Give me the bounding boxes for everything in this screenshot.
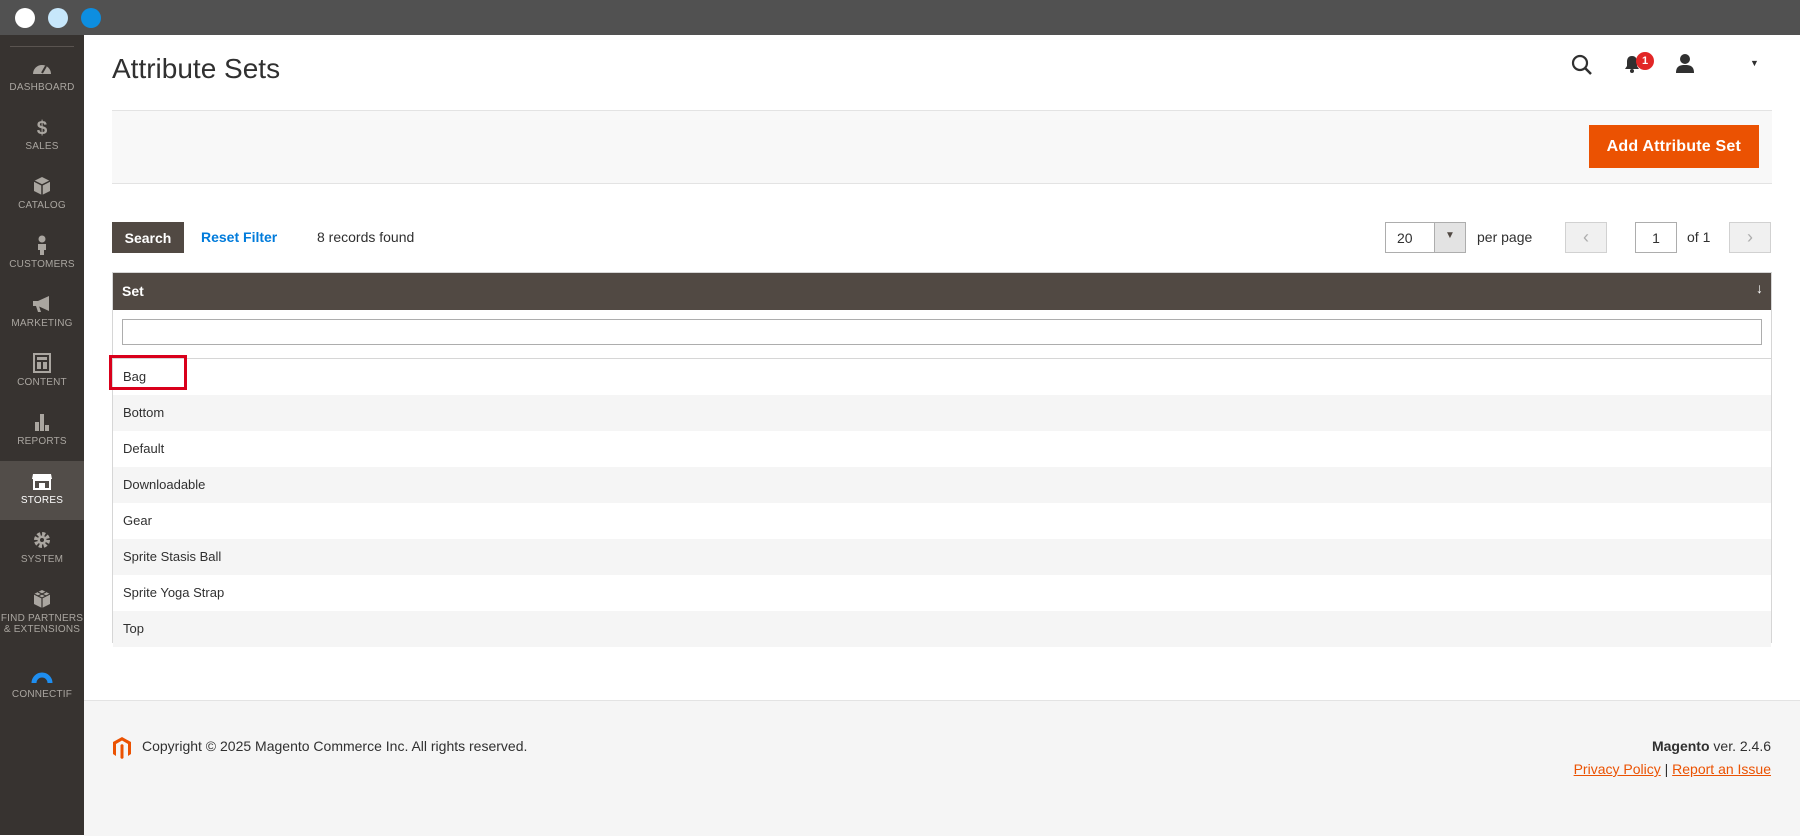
add-attribute-set-button[interactable]: Add Attribute Set xyxy=(1588,125,1759,168)
gear-icon xyxy=(0,530,84,550)
set-name-cell: Gear xyxy=(123,513,152,528)
column-header-set[interactable]: Set ↓ xyxy=(113,273,1771,310)
table-row[interactable]: Sprite Stasis Ball xyxy=(113,539,1771,575)
sidebar-item-label: SYSTEM xyxy=(20,554,64,565)
per-page-dropdown-button[interactable]: ▼ xyxy=(1434,223,1465,252)
copyright-text: Copyright © 2025 Magento Commerce Inc. A… xyxy=(142,738,528,754)
brand-name: Magento xyxy=(1651,738,1710,754)
sidebar-item-reports[interactable]: REPORTS xyxy=(0,402,84,461)
set-filter-input[interactable] xyxy=(122,319,1762,345)
search-button[interactable]: Search xyxy=(112,222,184,253)
chevron-right-icon: › xyxy=(1747,227,1753,247)
dashboard-icon xyxy=(0,58,84,78)
admin-sidebar: DASHBOARD $ SALES CATALOG CUSTOMERS MARK… xyxy=(0,35,84,835)
table-row[interactable]: Sprite Yoga Strap xyxy=(113,575,1771,611)
table-row[interactable]: Top xyxy=(113,611,1771,647)
filter-row xyxy=(113,310,1771,359)
sidebar-item-label: FIND PARTNERS & EXTENSIONS xyxy=(0,613,84,635)
sidebar-item-label: MARKETING xyxy=(11,318,73,329)
megaphone-icon xyxy=(0,294,84,314)
magento-logo-icon xyxy=(112,736,132,765)
layout-icon xyxy=(0,353,84,373)
search-icon[interactable] xyxy=(1571,54,1593,81)
sidebar-item-label: STORES xyxy=(20,495,64,506)
sidebar-item-label: CONTENT xyxy=(17,377,67,388)
page-total-label: of 1 xyxy=(1687,229,1711,245)
sort-arrow-icon: ↓ xyxy=(1756,280,1763,296)
table-row[interactable]: Default xyxy=(113,431,1771,467)
bar-chart-icon xyxy=(0,412,84,432)
page-number-input[interactable] xyxy=(1635,222,1677,253)
footer-link-separator: | xyxy=(1664,761,1669,777)
svg-text:$: $ xyxy=(37,118,48,137)
next-page-button[interactable]: › xyxy=(1729,222,1771,253)
window-minimize-dot[interactable] xyxy=(48,8,68,28)
version-info: Magento ver. 2.4.6 xyxy=(1652,738,1771,754)
chevron-down-icon: ▼ xyxy=(1445,230,1455,241)
window-maximize-dot[interactable] xyxy=(81,8,101,28)
per-page-label: per page xyxy=(1477,229,1533,245)
user-account-icon[interactable] xyxy=(1675,53,1695,78)
set-name-cell: Sprite Stasis Ball xyxy=(123,549,222,564)
set-name-cell: Top xyxy=(123,621,144,636)
sidebar-item-customers[interactable]: CUSTOMERS xyxy=(0,225,84,284)
user-menu-caret-icon[interactable]: ▼ xyxy=(1750,58,1759,68)
per-page-select[interactable]: 20 ▼ xyxy=(1385,222,1466,253)
table-row[interactable]: Bag xyxy=(113,359,1771,395)
notification-count-badge[interactable]: 1 xyxy=(1636,52,1654,70)
sidebar-item-label: REPORTS xyxy=(17,436,67,447)
sidebar-item-label: DASHBOARD xyxy=(9,82,75,93)
cubes-icon xyxy=(0,589,84,609)
sidebar-item-find-partners[interactable]: FIND PARTNERS & EXTENSIONS xyxy=(0,579,84,649)
page-title: Attribute Sets xyxy=(112,53,281,84)
per-page-value: 20 xyxy=(1397,230,1413,246)
privacy-policy-link[interactable]: Privacy Policy xyxy=(1574,761,1661,777)
page-actions-bar: Add Attribute Set xyxy=(112,110,1772,184)
set-name-cell: Sprite Yoga Strap xyxy=(123,585,225,600)
box-icon xyxy=(0,176,84,196)
table-row[interactable]: Gear xyxy=(113,503,1771,539)
sidebar-item-stores[interactable]: STORES xyxy=(0,461,84,520)
chevron-left-icon: ‹ xyxy=(1583,227,1589,247)
person-icon xyxy=(0,235,84,255)
sidebar-item-connectif[interactable]: CONNECTIF xyxy=(0,655,84,714)
sidebar-item-system[interactable]: SYSTEM xyxy=(0,520,84,579)
dollar-icon: $ xyxy=(0,117,84,139)
sidebar-item-sales[interactable]: $ SALES xyxy=(0,107,84,166)
page-footer: Copyright © 2025 Magento Commerce Inc. A… xyxy=(84,700,1800,836)
set-name-cell: Downloadable xyxy=(123,477,206,492)
attribute-sets-grid: Set ↓ Bag Bottom Default Downloadable Ge… xyxy=(112,272,1772,647)
sidebar-item-label: CUSTOMERS xyxy=(9,259,75,270)
records-found-count: 8 records found xyxy=(317,229,415,245)
window-close-dot[interactable] xyxy=(15,8,35,28)
table-row[interactable]: Downloadable xyxy=(113,467,1771,503)
sidebar-item-label: CONNECTIF xyxy=(11,689,73,700)
sidebar-divider xyxy=(10,46,74,47)
sidebar-item-marketing[interactable]: MARKETING xyxy=(0,284,84,343)
report-issue-link[interactable]: Report an Issue xyxy=(1672,761,1771,777)
set-name-cell: Bag xyxy=(123,369,147,384)
storefront-icon xyxy=(0,471,84,491)
footer-links: Privacy Policy | Report an Issue xyxy=(1574,761,1771,777)
reset-filter-link[interactable]: Reset Filter xyxy=(201,229,277,245)
connectif-icon xyxy=(0,665,84,685)
version-number: ver. 2.4.6 xyxy=(1709,738,1771,754)
previous-page-button[interactable]: ‹ xyxy=(1565,222,1607,253)
column-header-label: Set xyxy=(122,283,144,299)
set-name-cell: Bottom xyxy=(123,405,165,420)
sidebar-item-label: SALES xyxy=(25,141,59,152)
sidebar-item-dashboard[interactable]: DASHBOARD xyxy=(0,48,84,107)
sidebar-item-content[interactable]: CONTENT xyxy=(0,343,84,402)
sidebar-item-catalog[interactable]: CATALOG xyxy=(0,166,84,225)
sidebar-item-label: CATALOG xyxy=(18,200,66,211)
set-name-cell: Default xyxy=(123,441,165,456)
window-titlebar xyxy=(0,0,1800,35)
table-row[interactable]: Bottom xyxy=(113,395,1771,431)
